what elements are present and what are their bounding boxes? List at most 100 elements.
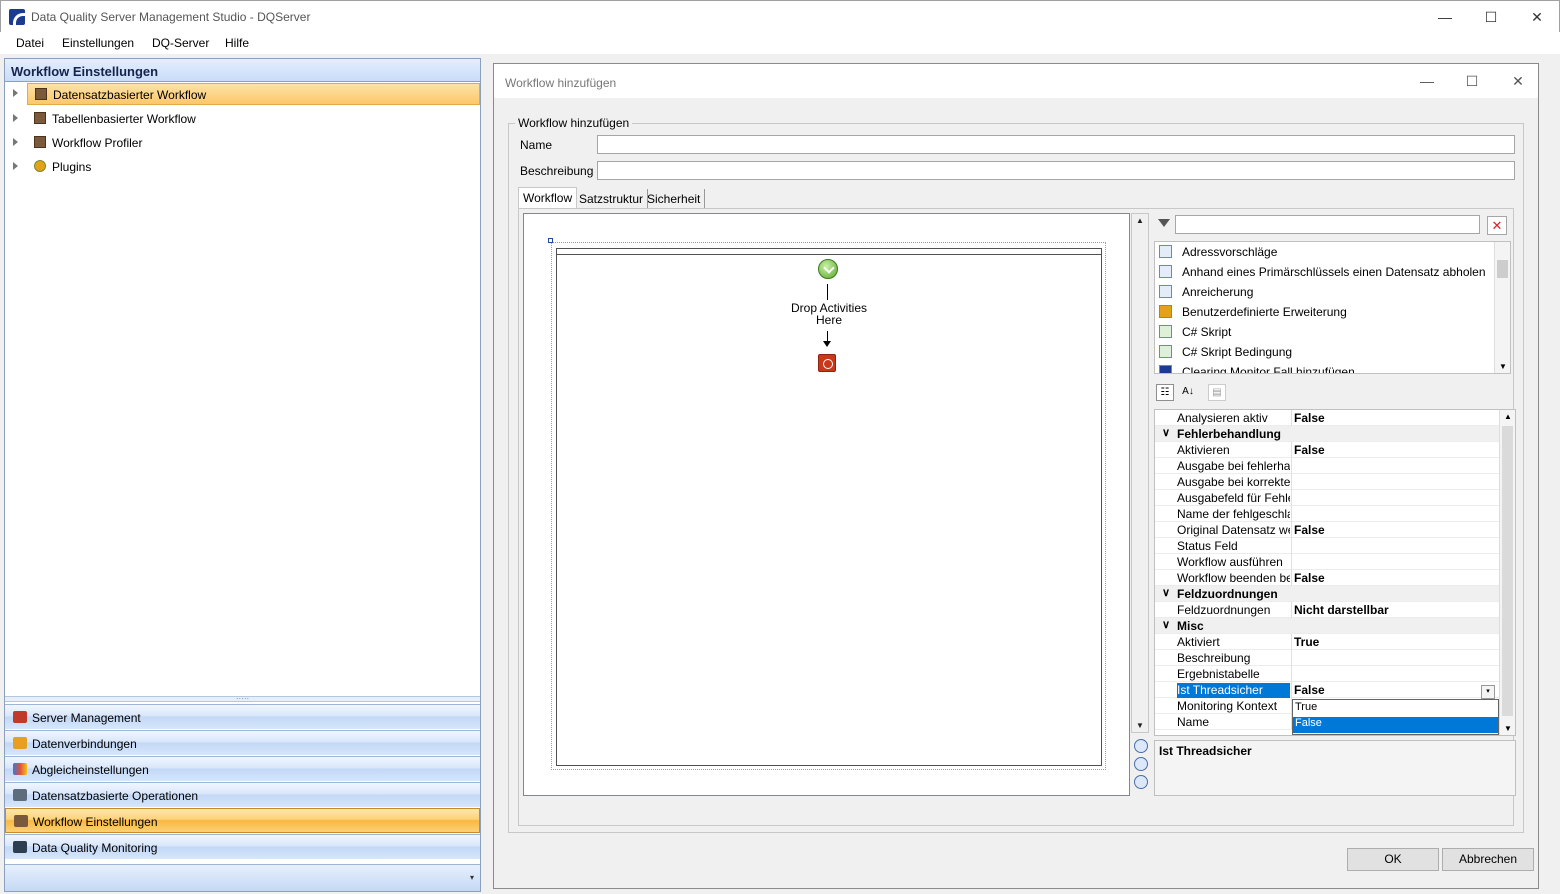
property-category[interactable]: ∨ Feldzuordnungen [1155, 586, 1499, 602]
list-item[interactable]: Clearing Monitor Fall hinzufügen [1155, 362, 1495, 373]
collapse-chevron-icon[interactable]: ∨ [1162, 618, 1170, 631]
zoom-fit-icon[interactable] [1134, 775, 1148, 789]
dropdown-option-false[interactable]: False [1293, 717, 1498, 733]
property-value[interactable]: False [1294, 523, 1325, 537]
property-value[interactable]: False [1294, 443, 1325, 457]
tree-expander[interactable] [5, 83, 27, 105]
list-item[interactable]: C# Skript [1155, 322, 1495, 342]
property-row[interactable]: Ist Threadsicher False [1155, 682, 1499, 698]
expand-arrow-icon[interactable] [13, 114, 18, 122]
collapse-chevron-icon[interactable]: ∨ [1162, 426, 1170, 439]
expand-arrow-icon[interactable] [13, 162, 18, 170]
column-divider[interactable] [1291, 666, 1292, 682]
nav-abgleicheinstellungen[interactable]: Abgleicheinstellungen [5, 756, 480, 781]
column-divider[interactable] [1291, 410, 1292, 426]
scroll-up-icon[interactable]: ▲ [1136, 216, 1144, 225]
property-row[interactable]: Beschreibung [1155, 650, 1499, 666]
tree-item-tabellenbasierter-workflow[interactable]: Tabellenbasierter Workflow [5, 108, 480, 130]
column-divider[interactable] [1291, 570, 1292, 586]
property-row[interactable]: Name der fehlgeschlag [1155, 506, 1499, 522]
scroll-thumb[interactable] [1502, 426, 1513, 716]
nav-datensatzbasierte-operationen[interactable]: Datensatzbasierte Operationen [5, 782, 480, 807]
list-item[interactable]: Adressvorschläge [1155, 242, 1495, 262]
end-node-icon[interactable] [818, 354, 836, 372]
menu-hilfe[interactable]: Hilfe [225, 36, 249, 50]
property-value[interactable]: True [1294, 635, 1319, 649]
combo-dropdown-button[interactable]: ▾ [1481, 685, 1495, 699]
dropdown-option-true[interactable]: True [1293, 701, 1498, 717]
column-divider[interactable] [1291, 650, 1292, 666]
pane-splitter[interactable]: ····· [5, 695, 480, 703]
name-input[interactable] [597, 135, 1515, 154]
designer-scrollbar[interactable]: ▲ ▼ [1131, 213, 1149, 733]
property-row[interactable]: Aktivieren False [1155, 442, 1499, 458]
tree-item-datensatzbasierter-workflow[interactable]: Datensatzbasierter Workflow [27, 83, 480, 105]
nav-data-quality-monitoring[interactable]: Data Quality Monitoring [5, 834, 480, 859]
list-item[interactable]: Benutzerdefinierte Erweiterung [1155, 302, 1495, 322]
column-divider[interactable] [1291, 602, 1292, 618]
property-category[interactable]: ∨ Misc [1155, 618, 1499, 634]
column-divider[interactable] [1291, 538, 1292, 554]
scroll-down-icon[interactable]: ▼ [1499, 362, 1507, 371]
property-row[interactable]: Workflow beenden bei False [1155, 570, 1499, 586]
scroll-down-icon[interactable]: ▼ [1504, 724, 1512, 733]
minimize-button[interactable]: — [1425, 5, 1465, 29]
list-item[interactable]: Anreicherung [1155, 282, 1495, 302]
property-row[interactable]: Ausgabe bei korrekter [1155, 474, 1499, 490]
selection-handle[interactable] [548, 238, 553, 243]
property-category[interactable]: ∨ Fehlerbehandlung [1155, 426, 1499, 442]
property-row[interactable]: Analysieren aktiv False [1155, 410, 1499, 426]
property-row[interactable]: Workflow ausführen [1155, 554, 1499, 570]
tab-workflow[interactable]: Workflow [518, 187, 578, 209]
expand-arrow-icon[interactable] [13, 89, 18, 97]
column-divider[interactable] [1291, 506, 1292, 522]
property-value[interactable]: Nicht darstellbar [1294, 603, 1389, 617]
scroll-up-icon[interactable]: ▲ [1504, 412, 1512, 421]
categorized-view-button[interactable]: ☷ [1156, 384, 1174, 401]
tree-item-plugins[interactable]: Plugins [5, 156, 480, 178]
property-row[interactable]: Ausgabe bei fehlerhafte [1155, 458, 1499, 474]
scroll-thumb[interactable] [1497, 260, 1508, 278]
alphabetical-sort-button[interactable]: A↓ [1179, 384, 1197, 401]
property-pages-button[interactable]: ▤ [1208, 384, 1226, 401]
binoculars-icon[interactable] [1134, 757, 1148, 771]
column-divider[interactable] [1291, 522, 1292, 538]
clear-filter-button[interactable]: ✕ [1487, 216, 1507, 235]
description-input[interactable] [597, 161, 1515, 180]
column-divider[interactable] [1291, 442, 1292, 458]
menu-datei[interactable]: Datei [16, 36, 44, 50]
tab-satzstruktur[interactable]: Satzstruktur [575, 189, 649, 208]
close-button[interactable]: ✕ [1517, 5, 1557, 29]
toolbox-search-input[interactable] [1175, 215, 1480, 234]
tree-item-workflow-profiler[interactable]: Workflow Profiler [5, 132, 480, 154]
expand-arrow-icon[interactable] [13, 138, 18, 146]
column-divider[interactable] [1291, 682, 1292, 698]
property-value[interactable]: False [1294, 683, 1325, 697]
cancel-button[interactable]: Abbrechen [1442, 848, 1534, 871]
chevron-down-icon[interactable]: ▾ [470, 873, 474, 882]
column-divider[interactable] [1291, 634, 1292, 650]
dialog-maximize-button[interactable]: ☐ [1457, 73, 1487, 90]
property-row[interactable]: Original Datensatz wei False [1155, 522, 1499, 538]
property-row[interactable]: Feldzuordnungen Nicht darstellbar [1155, 602, 1499, 618]
dialog-minimize-button[interactable]: — [1412, 73, 1442, 89]
property-row[interactable]: Status Feld [1155, 538, 1499, 554]
dialog-close-button[interactable]: ✕ [1503, 73, 1533, 90]
maximize-button[interactable]: ☐ [1471, 5, 1511, 29]
nav-datenverbindungen[interactable]: Datenverbindungen [5, 730, 480, 755]
activity-list-scrollbar[interactable]: ▼ [1494, 242, 1510, 373]
property-row[interactable]: Aktiviert True [1155, 634, 1499, 650]
column-divider[interactable] [1291, 474, 1292, 490]
menu-einstellungen[interactable]: Einstellungen [62, 36, 134, 50]
menu-dq-server[interactable]: DQ-Server [152, 36, 209, 50]
expand-all-icon[interactable] [1134, 739, 1148, 753]
tab-sicherheit[interactable]: Sicherheit [643, 189, 706, 208]
property-value[interactable]: False [1294, 571, 1325, 585]
workflow-designer[interactable]: Drop Activities Here [523, 213, 1130, 796]
property-grid-scrollbar[interactable]: ▲ ▼ [1499, 410, 1515, 735]
column-divider[interactable] [1291, 554, 1292, 570]
nav-workflow-einstellungen[interactable]: Workflow Einstellungen [5, 808, 480, 833]
column-divider[interactable] [1291, 458, 1292, 474]
property-value[interactable]: False [1294, 411, 1325, 425]
column-divider[interactable] [1291, 490, 1292, 506]
